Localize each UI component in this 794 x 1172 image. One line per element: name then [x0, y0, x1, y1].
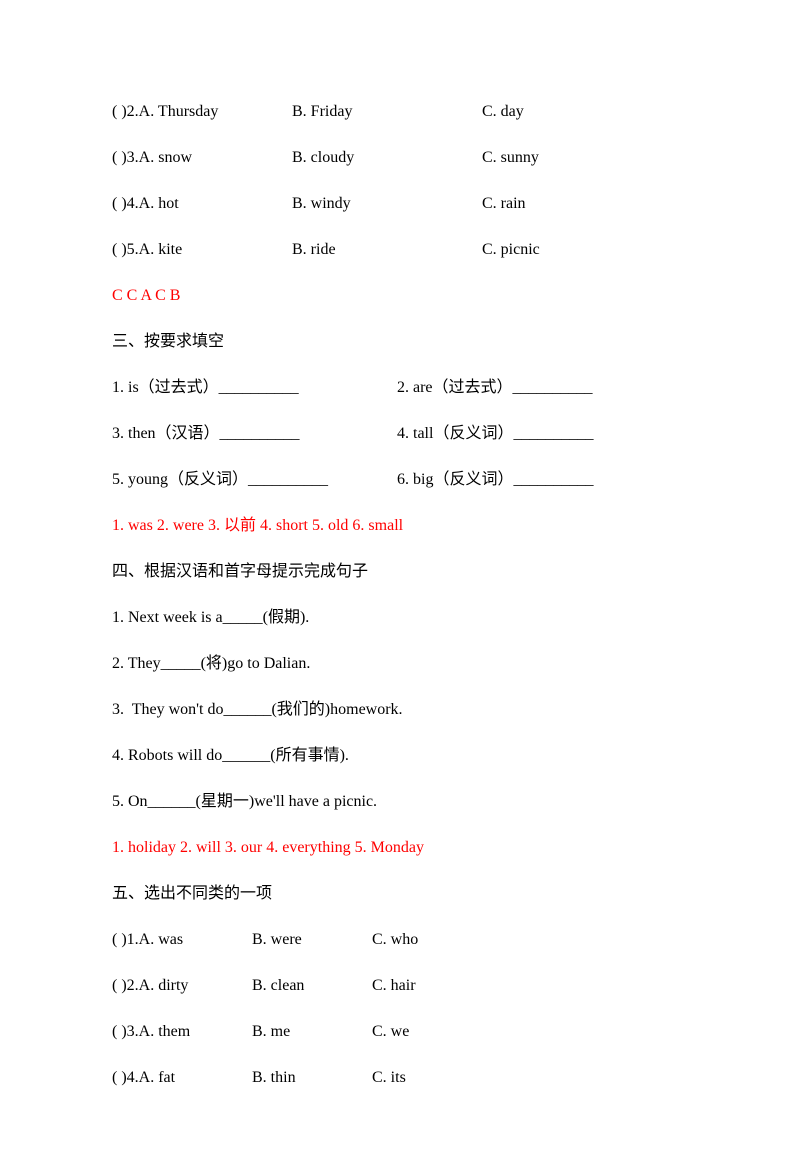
- fill-item: 6. big（反义词）__________: [397, 468, 682, 492]
- sentence-item: 2. They_____(将)go to Dalian.: [112, 652, 682, 676]
- mc-opt-c: C. its: [372, 1069, 406, 1086]
- mc-opt-c: C. rain: [482, 192, 526, 216]
- mc-opt-b: B. were: [252, 928, 372, 952]
- sentence-item: 1. Next week is a_____(假期).: [112, 606, 682, 630]
- fill-row: 1. is（过去式）__________2. are（过去式）_________…: [112, 376, 682, 400]
- section-header: 五、选出不同类的一项: [112, 882, 682, 906]
- section-header: 三、按要求填空: [112, 330, 682, 354]
- mc-num-a: ( )2.A. dirty: [112, 974, 252, 998]
- mc-opt-b: B. ride: [292, 238, 482, 262]
- sentence-item: 3. They won't do______(我们的)homework.: [112, 698, 682, 722]
- mc-opt-c: C. sunny: [482, 146, 539, 170]
- mc-num-a: ( )3.A. them: [112, 1020, 252, 1044]
- mc-num-a: ( )5.A. kite: [112, 238, 292, 262]
- fill-item: 5. young（反义词）__________: [112, 468, 397, 492]
- answer-key: C C A C B: [112, 284, 682, 308]
- mc-opt-c: C. day: [482, 100, 524, 124]
- mc-row: ( )2.A. ThursdayB. FridayC. day: [112, 100, 682, 124]
- mc-row: ( )2.A. dirtyB. cleanC. hair: [112, 974, 682, 998]
- answer-key: 1. was 2. were 3. 以前 4. short 5. old 6. …: [112, 514, 682, 538]
- fill-item: 1. is（过去式）__________: [112, 376, 397, 400]
- sentence-item: 4. Robots will do______(所有事情).: [112, 744, 682, 768]
- mc-num-a: ( )3.A. snow: [112, 146, 292, 170]
- mc-row: ( )5.A. kiteB. rideC. picnic: [112, 238, 682, 262]
- mc-row: ( )4.A. hotB. windyC. rain: [112, 192, 682, 216]
- mc-row: ( )3.A. themB. meC. we: [112, 1020, 682, 1044]
- worksheet-page: ( )2.A. ThursdayB. FridayC. day ( )3.A. …: [0, 0, 794, 1172]
- mc-opt-b: B. windy: [292, 192, 482, 216]
- fill-item: 4. tall（反义词）__________: [397, 422, 682, 446]
- sentence-item: 5. On______(星期一)we'll have a picnic.: [112, 790, 682, 814]
- fill-row: 5. young（反义词）__________6. big（反义词）______…: [112, 468, 682, 492]
- fill-item: 3. then（汉语）__________: [112, 422, 397, 446]
- mc-opt-b: B. me: [252, 1020, 372, 1044]
- mc-opt-b: B. clean: [252, 974, 372, 998]
- mc-num-a: ( )4.A. hot: [112, 192, 292, 216]
- mc-num-a: ( )2.A. Thursday: [112, 100, 292, 124]
- answer-key: 1. holiday 2. will 3. our 4. everything …: [112, 836, 682, 860]
- fill-item: 2. are（过去式）__________: [397, 376, 682, 400]
- mc-opt-c: C. who: [372, 931, 418, 948]
- mc-opt-b: B. thin: [252, 1066, 372, 1090]
- mc-opt-c: C. hair: [372, 977, 416, 994]
- mc-opt-b: B. Friday: [292, 100, 482, 124]
- mc-opt-c: C. we: [372, 1023, 409, 1040]
- mc-opt-b: B. cloudy: [292, 146, 482, 170]
- mc-row: ( )1.A. wasB. wereC. who: [112, 928, 682, 952]
- mc-opt-c: C. picnic: [482, 238, 540, 262]
- mc-num-a: ( )4.A. fat: [112, 1066, 252, 1090]
- mc-row: ( )3.A. snowB. cloudyC. sunny: [112, 146, 682, 170]
- fill-row: 3. then（汉语）__________4. tall（反义词）_______…: [112, 422, 682, 446]
- mc-row: ( )4.A. fatB. thinC. its: [112, 1066, 682, 1090]
- section-header: 四、根据汉语和首字母提示完成句子: [112, 560, 682, 584]
- mc-num-a: ( )1.A. was: [112, 928, 252, 952]
